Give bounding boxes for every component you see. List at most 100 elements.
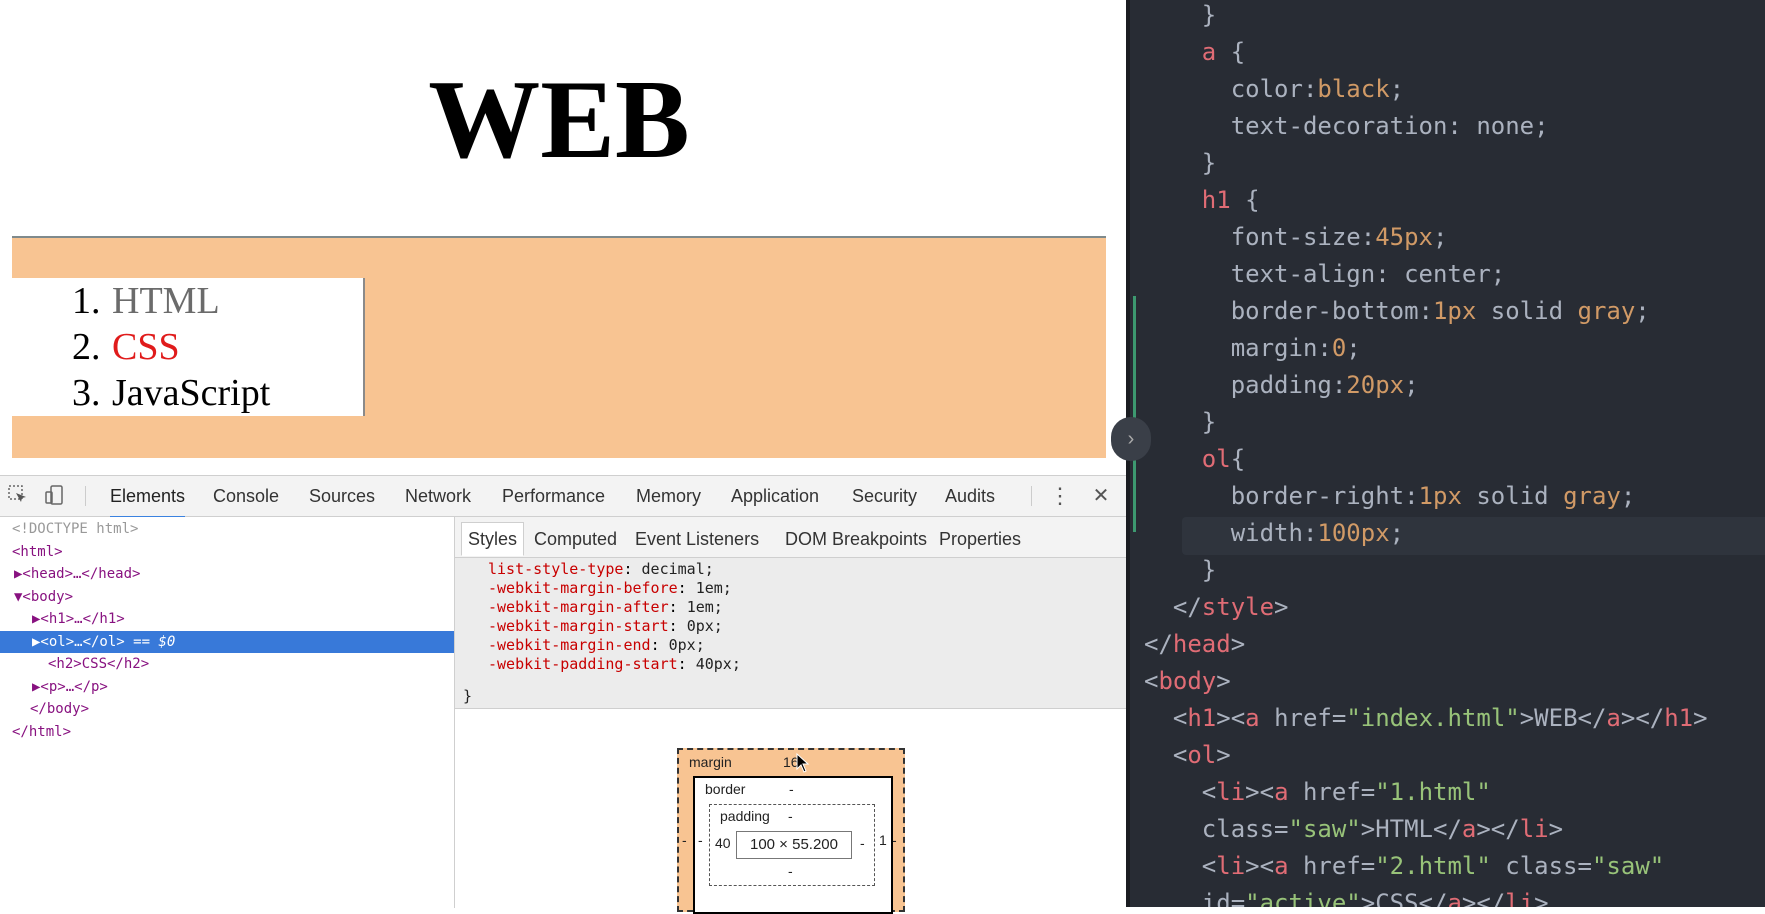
border-right-value[interactable]: 1 <box>879 832 887 848</box>
box-model-margin[interactable]: margin 16 - - border - - 1 padding - 40 … <box>677 748 905 914</box>
code-line[interactable]: ol{ <box>1130 441 1765 478</box>
code-line[interactable]: id="active">CSS</a></li> <box>1130 885 1765 907</box>
code-line[interactable]: <li><a href="2.html" class="saw" <box>1130 848 1765 885</box>
code-line[interactable]: } <box>1130 552 1765 589</box>
code-editor[interactable]: } a { color:black; text-decoration: none… <box>1126 0 1765 907</box>
css-declaration[interactable]: -webkit-padding-start: 40px; <box>488 654 741 675</box>
css-property[interactable]: -webkit-padding-start <box>488 655 678 673</box>
more-options-icon[interactable]: ⋮ <box>1047 484 1073 508</box>
border-left-value[interactable]: - <box>698 832 703 848</box>
css-value[interactable]: decimal; <box>642 560 714 578</box>
tab-security[interactable]: Security <box>852 476 917 516</box>
code-line[interactable]: a { <box>1130 34 1765 71</box>
css-property[interactable]: list-style-type <box>488 560 623 578</box>
list-link-html[interactable]: HTML <box>112 280 220 322</box>
border-top-value[interactable]: - <box>789 781 794 797</box>
box-model-content[interactable]: 100 × 55.200 <box>736 831 852 859</box>
css-value[interactable]: 1em; <box>696 579 732 597</box>
heading-link[interactable]: WEB <box>428 58 689 182</box>
dom-node[interactable]: ▼<body> <box>0 586 454 608</box>
code-line[interactable]: border-bottom:1px solid gray; <box>1130 293 1765 330</box>
dom-node[interactable]: ▶<h1>…</h1> <box>0 608 454 630</box>
code-token: > <box>1216 667 1231 695</box>
tab-network[interactable]: Network <box>405 476 471 516</box>
padding-left-value[interactable]: 40 <box>715 835 731 851</box>
tab-console[interactable]: Console <box>213 476 279 516</box>
styles-pane: Styles Computed Event Listeners DOM Brea… <box>455 517 1126 914</box>
css-value[interactable]: 40px; <box>696 655 741 673</box>
tab-audits[interactable]: Audits <box>945 476 995 516</box>
code-line[interactable]: } <box>1130 404 1765 441</box>
code-token: "2.html" <box>1375 852 1491 880</box>
code-line[interactable]: } <box>1130 145 1765 182</box>
code-line[interactable]: text-align: center; <box>1130 256 1765 293</box>
tab-application[interactable]: Application <box>731 476 819 516</box>
code-line[interactable]: class="saw">HTML</a></li> <box>1130 811 1765 848</box>
css-declaration[interactable]: -webkit-margin-after: 1em; <box>488 597 723 618</box>
code-line[interactable]: <li><a href="1.html" <box>1130 774 1765 811</box>
browser-viewport: WEB 1. HTML 2. CSS 3. JavaScript <box>0 0 1126 475</box>
dom-node[interactable]: <!DOCTYPE html> <box>0 518 454 540</box>
css-declaration[interactable]: -webkit-margin-end: 0px; <box>488 635 705 656</box>
code-line[interactable]: </style> <box>1130 589 1765 626</box>
margin-left-value[interactable]: - <box>682 832 687 848</box>
padding-top-value[interactable]: - <box>788 808 793 824</box>
tab-styles[interactable]: Styles <box>461 522 525 556</box>
tab-computed[interactable]: Computed <box>528 523 623 555</box>
code-line[interactable]: <body> <box>1130 663 1765 700</box>
code-token: ; <box>1635 297 1650 325</box>
code-token: >WEB</ <box>1519 704 1607 732</box>
box-model-border[interactable]: border - - 1 padding - 40 - - 100 × 55.2… <box>693 776 893 914</box>
css-value[interactable]: 0px; <box>687 617 723 635</box>
code-line[interactable]: h1 { <box>1130 182 1765 219</box>
css-property[interactable]: -webkit-margin-end <box>488 636 651 654</box>
close-icon[interactable]: ✕ <box>1088 484 1114 508</box>
padding-bottom-value[interactable]: - <box>788 863 793 879</box>
tab-performance[interactable]: Performance <box>502 476 605 516</box>
device-toolbar-icon[interactable] <box>41 484 67 508</box>
css-declaration[interactable]: list-style-type: decimal; <box>488 559 714 580</box>
css-property[interactable]: -webkit-margin-start <box>488 617 669 635</box>
dom-node[interactable]: </html> <box>0 721 454 743</box>
code-line[interactable]: </head> <box>1130 626 1765 663</box>
dom-node[interactable]: ▶<head>…</head> <box>0 563 454 585</box>
code-line[interactable]: border-right:1px solid gray; <box>1130 478 1765 515</box>
css-property[interactable]: -webkit-margin-after <box>488 598 669 616</box>
code-line[interactable]: font-size:45px; <box>1130 219 1765 256</box>
code-line[interactable]: } <box>1130 0 1765 34</box>
code-token: >CSS</ <box>1360 889 1448 907</box>
code-token: </ <box>1144 630 1173 658</box>
code-token: { <box>1230 186 1260 214</box>
css-value[interactable]: 1em; <box>687 598 723 616</box>
tab-sources[interactable]: Sources <box>309 476 375 516</box>
code-line[interactable]: <ol> <box>1130 737 1765 774</box>
css-declaration[interactable]: -webkit-margin-start: 0px; <box>488 616 723 637</box>
css-property[interactable]: -webkit-margin-before <box>488 579 678 597</box>
code-line[interactable]: text-decoration: none; <box>1130 108 1765 145</box>
code-token: class= <box>1490 852 1592 880</box>
dom-node[interactable]: <html> <box>0 541 454 563</box>
list-link-css[interactable]: CSS <box>112 326 180 368</box>
inspect-element-icon[interactable] <box>5 484 31 508</box>
code-line[interactable]: width:100px; <box>1130 515 1765 552</box>
panel-collapse-chevron-icon[interactable]: › <box>1111 417 1151 461</box>
code-line[interactable]: margin:0; <box>1130 330 1765 367</box>
css-declaration[interactable]: -webkit-margin-before: 1em; <box>488 578 732 599</box>
padding-right-value[interactable]: - <box>860 835 865 851</box>
code-line[interactable]: color:black; <box>1130 71 1765 108</box>
code-token: gray <box>1563 482 1621 510</box>
dom-node[interactable]: <h2>CSS</h2> <box>0 653 454 675</box>
dom-node[interactable]: ▶<p>…</p> <box>0 676 454 698</box>
code-line[interactable]: <h1><a href="index.html">WEB</a></h1> <box>1130 700 1765 737</box>
tab-event-listeners[interactable]: Event Listeners <box>629 523 765 555</box>
dom-node[interactable]: </body> <box>0 698 454 720</box>
css-value[interactable]: 0px; <box>669 636 705 654</box>
tab-properties[interactable]: Properties <box>933 523 1027 555</box>
tab-dom-breakpoints[interactable]: DOM Breakpoints <box>779 523 933 555</box>
code-line[interactable]: padding:20px; <box>1130 367 1765 404</box>
list-link-javascript[interactable]: JavaScript <box>112 372 270 414</box>
tab-memory[interactable]: Memory <box>636 476 701 516</box>
tab-elements[interactable]: Elements <box>110 476 186 519</box>
dom-node-selected[interactable]: ▶<ol>…</ol> == $0 <box>0 630 454 653</box>
box-model-padding[interactable]: padding - 40 - - 100 × 55.200 <box>709 804 875 886</box>
